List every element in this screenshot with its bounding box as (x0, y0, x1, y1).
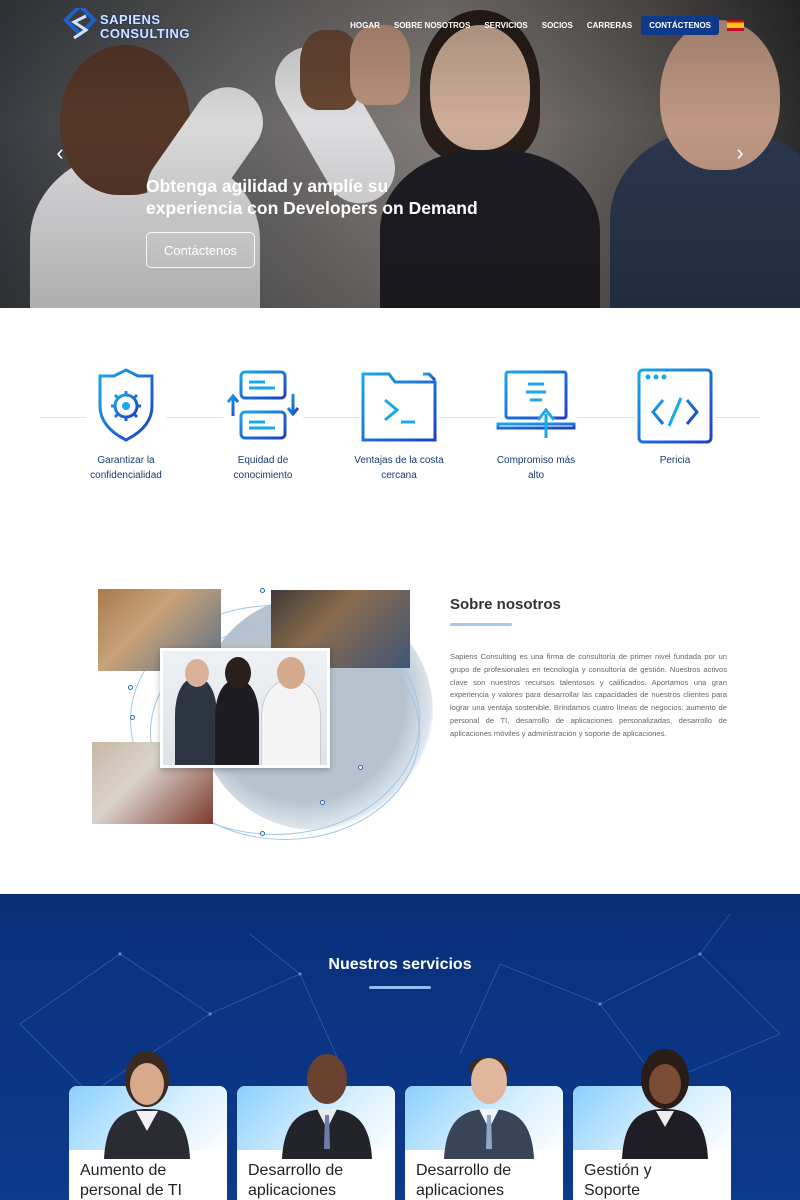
service-card-title-line: aplicaciones (248, 1182, 337, 1199)
person-avatar (104, 1051, 190, 1159)
shield-gear-icon (86, 366, 166, 446)
feature-label: Compromiso más alto (481, 453, 591, 483)
feature-item: Compromiso más alto (481, 366, 591, 483)
team-photo-main (160, 648, 330, 768)
feature-label: Garantizar la confidencialidad (71, 453, 181, 483)
hero-contact-button[interactable]: Contáctenos (146, 232, 255, 268)
spain-flag-icon[interactable] (727, 20, 744, 31)
logo-icon (63, 8, 97, 40)
feature-label-line: confidencialidad (90, 470, 162, 481)
feature-label-line: Ventajas de la costa (354, 455, 444, 466)
network-dot (358, 765, 363, 770)
service-card-title: Aumento de personal de TI (80, 1161, 220, 1200)
feature-label-line: alto (527, 470, 545, 481)
logo-text-line1: SAPIENS (100, 12, 161, 27)
network-dot (128, 685, 133, 690)
feature-label: Ventajas de la costa cercana (344, 453, 454, 483)
network-dot (260, 831, 265, 836)
service-card-title: Desarrollo de aplicaciones (248, 1161, 388, 1200)
person-avatar (444, 1057, 534, 1159)
site-logo[interactable]: SAPIENS CONSULTING (62, 8, 192, 48)
network-dot (260, 588, 265, 593)
hero-slider: SAPIENS CONSULTING HOGAR SOBRE NOSOTROS … (0, 0, 800, 308)
feature-label-line: cercana (381, 470, 417, 481)
feature-label-line: Pericia (659, 455, 691, 466)
service-card-title: Gestión y Soporte (584, 1161, 724, 1200)
about-text: Sapiens Consulting es una firma de consu… (450, 652, 727, 738)
network-dot (320, 800, 325, 805)
nav-item-carreras[interactable]: CARRERAS (580, 17, 639, 34)
nav-item-servicios[interactable]: SERVICIOS (477, 17, 534, 34)
service-card-title-line: Gestión y (584, 1162, 652, 1179)
folder-terminal-icon (359, 366, 439, 446)
services-title-underline (369, 986, 431, 989)
logo-text-line2: CONSULTING (100, 26, 190, 41)
exchange-cards-icon (223, 366, 303, 446)
feature-item: Equidad de conocimiento (208, 366, 318, 483)
feature-label-line: Garantizar la (97, 455, 155, 466)
chevron-left-icon[interactable]: ‹ (53, 142, 67, 164)
about-title: Sobre nosotros (450, 596, 561, 613)
chevron-right-icon[interactable]: › (733, 142, 747, 164)
hero-headline: Obtenga agilidad y amplíe su experiencia… (146, 176, 478, 218)
feature-label: Equidad de conocimiento (208, 453, 318, 483)
service-card-title: Desarrollo de aplicaciones (416, 1161, 556, 1200)
about-collage (90, 585, 433, 845)
nav-item-hogar[interactable]: HOGAR (343, 17, 387, 34)
nav-item-socios[interactable]: SOCIOS (535, 17, 580, 34)
feature-item: Garantizar la confidencialidad (71, 366, 181, 483)
feature-item: Ventajas de la costa cercana (344, 366, 454, 483)
services-title: Nuestros servicios (328, 956, 472, 973)
service-card-title-line: Desarrollo de (416, 1162, 512, 1179)
about-title-underline (450, 623, 512, 626)
code-window-icon (635, 366, 715, 446)
service-card-title-line: personal de TI (80, 1182, 182, 1199)
laptop-upload-icon (496, 366, 576, 446)
feature-label-line: conocimiento (233, 470, 293, 481)
service-card-title-line: Desarrollo de (248, 1162, 344, 1179)
person-avatar (282, 1054, 372, 1159)
feature-item: Pericia (620, 366, 730, 468)
person-avatar (622, 1049, 708, 1159)
network-dot (130, 715, 135, 720)
page: SAPIENS CONSULTING HOGAR SOBRE NOSOTROS … (0, 0, 800, 1200)
services-section: Nuestros servicios Aumento de personal d… (0, 894, 800, 1200)
nav-contact-button[interactable]: CONTÁCTENOS (641, 16, 719, 35)
service-card-title-line: Aumento de (80, 1162, 167, 1179)
main-nav: HOGAR SOBRE NOSOTROS SERVICIOS SOCIOS CA… (343, 16, 744, 35)
feature-label: Pericia (620, 453, 730, 468)
feature-label-line: Equidad de (237, 455, 289, 466)
nav-item-sobre-nosotros[interactable]: SOBRE NOSOTROS (387, 17, 477, 34)
service-card-title-line: aplicaciones (416, 1182, 505, 1199)
feature-label-line: Compromiso más (496, 455, 576, 466)
service-card-title-line: Soporte (584, 1182, 641, 1199)
